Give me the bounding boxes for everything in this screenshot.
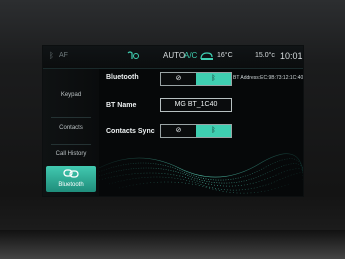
fan-icon[interactable]: [127, 51, 139, 64]
contacts-sync-toggle[interactable]: ⊘ ᛒ: [160, 124, 232, 138]
sidebar-divider: [51, 117, 91, 118]
recirculation-icon-graphic: [200, 52, 213, 60]
contacts-sync-label: Contacts Sync: [106, 128, 155, 135]
link-icon-graphic: [63, 169, 79, 178]
bluetooth-on-button[interactable]: ᛒ: [196, 73, 231, 85]
bluetooth-toggle[interactable]: ⊘ ᛒ: [160, 72, 232, 86]
contacts-sync-off-button[interactable]: ⊘: [161, 125, 196, 137]
sidebar-item-keypad[interactable]: Keypad: [46, 87, 96, 113]
fan-icon-graphic: [127, 51, 139, 59]
outside-temperature: 15.0°c: [255, 51, 275, 61]
status-bar: ᛒ AF AUTO A/C 16°C 15.0°c 10:01: [43, 46, 303, 69]
sidebar-item-bluetooth[interactable]: Bluetooth: [46, 166, 96, 192]
keypad-icon: [46, 87, 96, 91]
contacts-sync-on-button[interactable]: ᛒ: [196, 125, 231, 137]
bluetooth-label: Bluetooth: [106, 74, 139, 81]
link-icon: [46, 169, 96, 181]
bt-name-field[interactable]: MG BT_1C40: [160, 98, 232, 112]
clock: 10:01: [280, 51, 303, 61]
bluetooth-icon: ᛒ: [49, 51, 54, 60]
sidebar-item-label: Bluetooth: [58, 182, 84, 188]
bt-address: BT Address:EC:9B:73:12:1C:40: [233, 75, 304, 81]
sidebar-item-contacts[interactable]: Contacts: [46, 124, 96, 150]
outside-temperature-value: 15.0: [255, 52, 269, 59]
sidebar-item-label: Keypad: [60, 92, 82, 98]
infotainment-screen: ᛒ AF AUTO A/C 16°C 15.0°c 10:01 Keypad C…: [42, 45, 304, 197]
af-label: AF: [59, 52, 68, 59]
sidebar-divider: [51, 144, 91, 145]
bt-name-label: BT Name: [106, 102, 137, 109]
particle-wave-decoration: [99, 153, 303, 194]
recirculation-icon[interactable]: [200, 51, 214, 64]
bezel-lower-trim: [0, 230, 345, 259]
outside-temperature-unit: °c: [268, 52, 275, 59]
bluetooth-off-button[interactable]: ⊘: [161, 73, 196, 85]
sidebar-item-call-history[interactable]: Call History: [46, 150, 96, 164]
phone-sidebar: Keypad Contacts Call History Bluetooth: [43, 69, 99, 196]
sidebar-item-label: Call History: [55, 151, 87, 157]
climate-ac-label[interactable]: A/C: [184, 51, 197, 61]
sidebar-item-label: Contacts: [59, 125, 83, 131]
climate-auto-label[interactable]: AUTO: [163, 51, 185, 61]
cabin-temperature: 16°C: [217, 52, 233, 59]
